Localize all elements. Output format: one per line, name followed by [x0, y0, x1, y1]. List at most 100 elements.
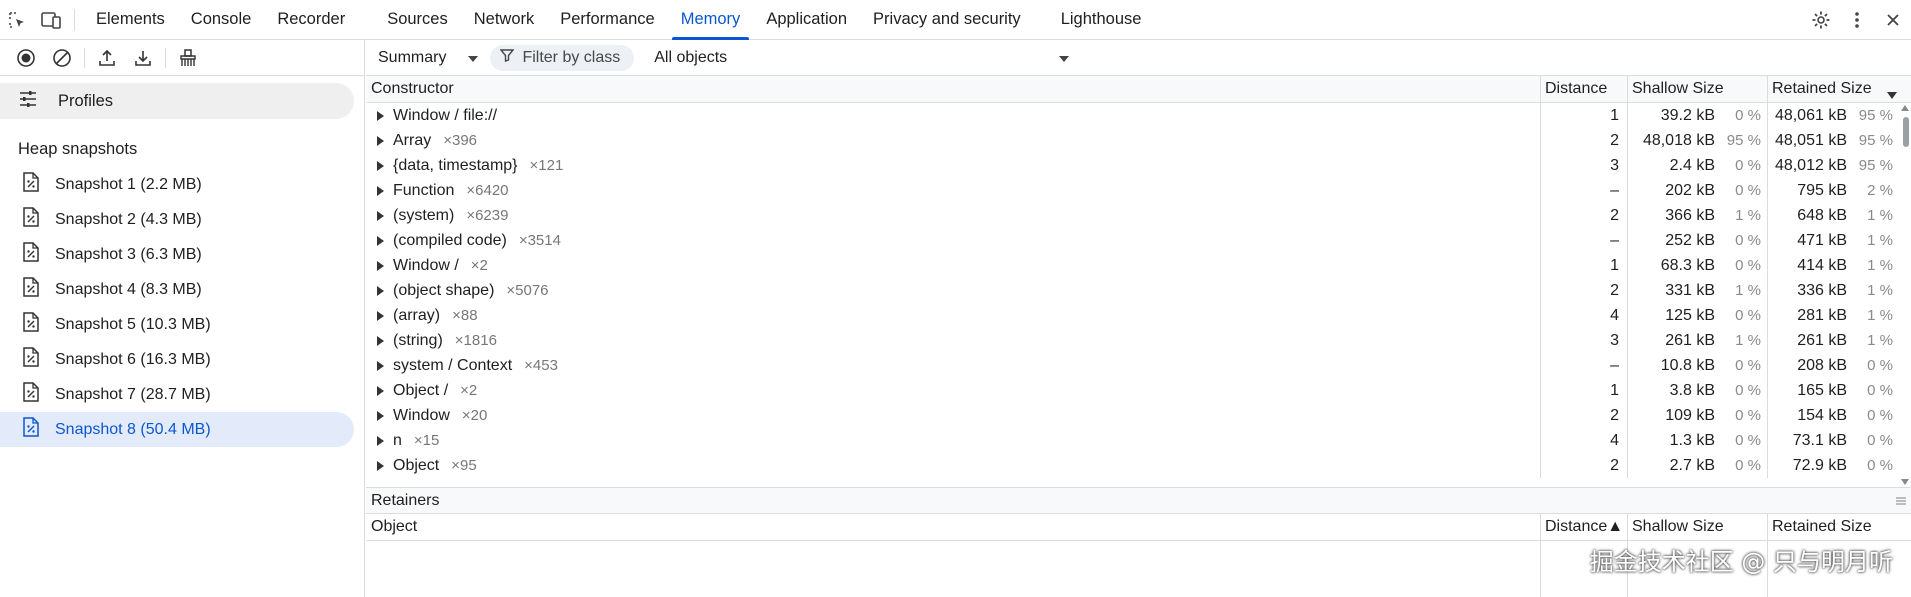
- class-filter-input[interactable]: Filter by class: [490, 44, 635, 71]
- table-row[interactable]: Window / file:// 1 39.2 kB 0 % 48,061 kB 95 %: [367, 103, 1911, 128]
- snapshot-item[interactable]: Snapshot 4 (8.3 MB): [0, 272, 354, 307]
- column-object[interactable]: Object: [367, 514, 1541, 540]
- scroll-down-icon[interactable]: [1901, 479, 1909, 485]
- tab-memory[interactable]: Memory: [668, 0, 754, 40]
- expand-triangle-icon[interactable]: [377, 185, 384, 196]
- table-row[interactable]: system / Context ×453 – 10.8 kB 0 % 208 kB 0 %: [367, 353, 1911, 378]
- table-row[interactable]: (system) ×6239 2 366 kB 1 % 648 kB 1 %: [367, 203, 1911, 228]
- drag-handle-icon[interactable]: [1895, 494, 1907, 512]
- shallow-size-cell: 39.2 kB 0 %: [1628, 103, 1768, 128]
- retainers-panel-header[interactable]: Retainers: [366, 487, 1911, 514]
- tab-privacy-and-security[interactable]: Privacy and security: [860, 0, 1034, 40]
- device-toolbar-icon[interactable]: [34, 0, 68, 40]
- table-row[interactable]: Window / ×2 1 68.3 kB 0 % 414 kB 1 %: [367, 253, 1911, 278]
- snapshot-item[interactable]: Snapshot 7 (28.7 MB): [0, 377, 354, 412]
- expand-triangle-icon[interactable]: [377, 310, 384, 321]
- table-row[interactable]: Object / ×2 1 3.8 kB 0 % 165 kB 0 %: [367, 378, 1911, 403]
- heap-snapshot-file-icon: [22, 277, 40, 302]
- view-perspective-select[interactable]: Summary: [378, 49, 479, 67]
- column-constructor[interactable]: Constructor: [367, 76, 1541, 102]
- collect-garbage-icon[interactable]: [170, 41, 206, 75]
- snapshot-item[interactable]: Snapshot 2 (4.3 MB): [0, 202, 354, 237]
- expand-triangle-icon[interactable]: [377, 260, 384, 271]
- snapshot-item[interactable]: Snapshot 5 (10.3 MB): [0, 307, 354, 342]
- tab-console[interactable]: Console: [178, 0, 265, 40]
- more-options-icon[interactable]: [1839, 0, 1875, 40]
- expand-triangle-icon[interactable]: [377, 160, 384, 171]
- grid-rows[interactable]: Window / file:// 1 39.2 kB 0 % 48,061 kB 95 %…: [367, 103, 1911, 487]
- snapshot-item[interactable]: Snapshot 8 (50.4 MB): [0, 412, 354, 447]
- close-devtools-icon[interactable]: [1875, 0, 1911, 40]
- objects-select-value: All objects: [654, 48, 728, 66]
- save-profile-download-icon[interactable]: [125, 41, 161, 75]
- distance-cell: 2: [1541, 403, 1628, 428]
- snapshot-label: Snapshot 8 (50.4 MB): [55, 420, 211, 438]
- sort-descending-icon: [1887, 86, 1897, 104]
- tab-network[interactable]: Network: [461, 0, 548, 40]
- grid-scrollbar[interactable]: [1899, 103, 1911, 487]
- constructor-cell: Object ×95: [367, 453, 1541, 478]
- profiles-header[interactable]: Profiles: [0, 83, 354, 119]
- column-distance-sorted[interactable]: Distance▲: [1541, 514, 1628, 540]
- expand-triangle-icon[interactable]: [377, 235, 384, 246]
- column-retained-size[interactable]: Retained Size: [1768, 514, 1911, 540]
- table-row[interactable]: (object shape) ×5076 2 331 kB 1 % 336 kB 1 %: [367, 278, 1911, 303]
- table-row[interactable]: {data, timestamp} ×121 3 2.4 kB 0 % 48,012 kB…: [367, 153, 1911, 178]
- table-row[interactable]: Array ×396 2 48,018 kB 95 % 48,051 kB 95 %: [367, 128, 1911, 153]
- column-retained-size[interactable]: Retained Size: [1768, 76, 1911, 102]
- scroll-up-icon[interactable]: [1901, 105, 1909, 111]
- retained-size-cell: 72.9 kB 0 %: [1768, 453, 1911, 478]
- tab-lighthouse[interactable]: Lighthouse: [1048, 0, 1155, 40]
- snapshot-item[interactable]: Snapshot 6 (16.3 MB): [0, 342, 354, 377]
- expand-triangle-icon[interactable]: [377, 410, 384, 421]
- expand-triangle-icon[interactable]: [377, 435, 384, 446]
- snapshot-item[interactable]: Snapshot 3 (6.3 MB): [0, 237, 354, 272]
- shallow-size-cell: 48,018 kB 95 %: [1628, 128, 1768, 153]
- expand-triangle-icon[interactable]: [377, 360, 384, 371]
- snapshot-item[interactable]: Snapshot 1 (2.2 MB): [0, 167, 354, 202]
- clear-all-icon[interactable]: [44, 41, 80, 75]
- expand-triangle-icon[interactable]: [377, 385, 384, 396]
- tab-elements[interactable]: Elements: [83, 0, 178, 40]
- expand-triangle-icon[interactable]: [377, 460, 384, 471]
- column-shallow-size[interactable]: Shallow Size: [1628, 76, 1768, 102]
- instance-count: ×95: [451, 457, 477, 474]
- tab-performance[interactable]: Performance: [547, 0, 667, 40]
- expand-triangle-icon[interactable]: [377, 285, 384, 296]
- heap-snapshot-file-icon: [22, 312, 40, 337]
- filter-funnel-icon: [499, 48, 515, 67]
- tab-sources[interactable]: Sources: [374, 0, 461, 40]
- retained-size-value: 154 kB: [1797, 406, 1847, 424]
- scrollbar-thumb[interactable]: [1903, 117, 1909, 147]
- expand-triangle-icon[interactable]: [377, 135, 384, 146]
- inspect-element-icon[interactable]: [0, 0, 34, 40]
- tab-recorder[interactable]: Recorder: [264, 0, 358, 40]
- expand-triangle-icon[interactable]: [377, 110, 384, 121]
- record-icon[interactable]: [8, 41, 44, 75]
- table-row[interactable]: Object ×95 2 2.7 kB 0 % 72.9 kB 0 %: [367, 453, 1911, 478]
- shallow-size-percent: 0 %: [1735, 157, 1761, 174]
- load-profile-upload-icon[interactable]: [89, 41, 125, 75]
- instance-count: ×6420: [466, 182, 509, 199]
- filter-placeholder: Filter by class: [522, 48, 621, 66]
- table-row[interactable]: Function ×6420 – 202 kB 0 % 795 kB 2 %: [367, 178, 1911, 203]
- expand-triangle-icon[interactable]: [377, 335, 384, 346]
- settings-gear-icon[interactable]: [1803, 0, 1839, 40]
- objects-filter-select[interactable]: All objects: [654, 48, 1070, 67]
- tab-application[interactable]: Application: [753, 0, 860, 40]
- constructor-cell: Function ×6420: [367, 178, 1541, 203]
- constructor-cell: (string) ×1816: [367, 328, 1541, 353]
- retained-size-value: 48,051 kB: [1774, 131, 1847, 149]
- column-distance[interactable]: Distance: [1541, 76, 1628, 102]
- column-shallow-size[interactable]: Shallow Size: [1628, 514, 1768, 540]
- table-row[interactable]: (array) ×88 4 125 kB 0 % 281 kB 1 %: [367, 303, 1911, 328]
- snapshot-label: Snapshot 5 (10.3 MB): [55, 315, 211, 333]
- expand-triangle-icon[interactable]: [377, 210, 384, 221]
- table-row[interactable]: (compiled code) ×3514 – 252 kB 0 % 471 kB 1 %: [367, 228, 1911, 253]
- shallow-size-cell: 125 kB 0 %: [1628, 303, 1768, 328]
- table-row[interactable]: (string) ×1816 3 261 kB 1 % 261 kB 1 %: [367, 328, 1911, 353]
- table-row[interactable]: Window ×20 2 109 kB 0 % 154 kB 0 %: [367, 403, 1911, 428]
- table-row[interactable]: n ×15 4 1.3 kB 0 % 73.1 kB 0 %: [367, 428, 1911, 453]
- constructor-name: (compiled code): [393, 231, 507, 249]
- chevron-down-icon: [468, 49, 479, 67]
